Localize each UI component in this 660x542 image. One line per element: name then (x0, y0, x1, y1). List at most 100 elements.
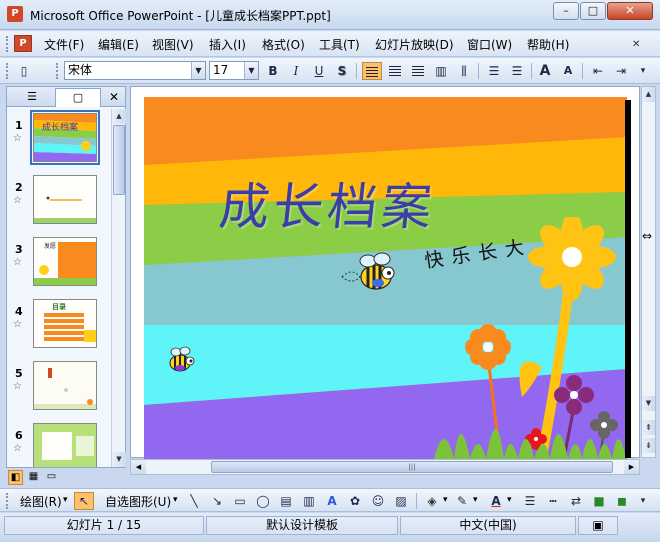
oval-tool-icon[interactable]: ◯ (253, 492, 273, 510)
chevron-down-icon[interactable]: ▾ (63, 495, 68, 505)
menu-edit[interactable]: 编辑(E) (98, 36, 139, 53)
scroll-down-icon[interactable]: ▼ (112, 452, 126, 467)
decrease-indent-button[interactable]: ⇤ (588, 62, 608, 80)
next-slide-icon[interactable]: ⇟ (642, 438, 655, 453)
3d-style-icon[interactable]: ◼ (612, 492, 632, 510)
slide-thumbnail-5[interactable] (33, 361, 97, 410)
insert-picture-icon[interactable]: ▨ (391, 492, 411, 510)
maximize-button[interactable]: □ (580, 2, 606, 20)
draw-menu-button[interactable]: 绘图(R) (20, 493, 62, 510)
chevron-down-icon[interactable]: ▾ (443, 495, 448, 505)
rectangle-tool-icon[interactable]: ▭ (230, 492, 250, 510)
toolbar-grip[interactable] (6, 36, 9, 52)
powerpoint-app-icon[interactable]: P (7, 6, 23, 22)
slideshow-view-icon[interactable]: ▭ (44, 470, 59, 485)
menu-help[interactable]: 帮助(H) (527, 36, 569, 53)
slide-number: 5 (15, 367, 23, 380)
normal-view-icon[interactable]: ◧ (8, 470, 23, 485)
toolbar-grip[interactable] (6, 63, 9, 79)
slide-thumbnail-2[interactable] (33, 175, 97, 224)
slide-vertical-scrollbar[interactable]: ▲ ▼ ⇞ ⇟ (641, 86, 656, 458)
minimize-button[interactable]: – (553, 2, 579, 20)
font-color-icon[interactable]: A (486, 492, 506, 510)
chevron-down-icon[interactable]: ▼ (191, 62, 205, 79)
toolbar-options-icon[interactable]: ▾ (636, 62, 650, 80)
arrow-style-icon[interactable]: ⇄ (566, 492, 586, 510)
font-size-combobox[interactable]: 17 ▼ (209, 61, 259, 80)
menu-insert[interactable]: 插入(I) (209, 36, 246, 53)
slide-position-status: 幻灯片 1 / 15 (4, 516, 204, 535)
numbering-button[interactable]: ☰ (484, 62, 504, 80)
chevron-down-icon[interactable]: ▼ (244, 62, 258, 79)
scroll-right-icon[interactable]: ▶ (624, 460, 639, 474)
arrow-tool-icon[interactable]: ↘ (207, 492, 227, 510)
font-name-combobox[interactable]: 宋体 ▼ (64, 61, 206, 80)
columns-button[interactable]: ▥ (431, 62, 451, 80)
italic-button[interactable]: I (286, 62, 306, 80)
new-document-icon[interactable]: ▯ (14, 62, 34, 80)
toolbar-grip[interactable] (56, 63, 59, 79)
text-shadow-button[interactable]: S (332, 62, 352, 80)
menu-view[interactable]: 视图(V) (152, 36, 194, 53)
thumbnail-scrollbar[interactable]: ▲ ▼ (111, 109, 126, 467)
document-close-icon[interactable]: ✕ (632, 39, 640, 50)
wordart-icon[interactable]: A (322, 492, 342, 510)
scroll-up-icon[interactable]: ▲ (642, 87, 655, 102)
scrollbar-thumb[interactable]: ||| (211, 461, 613, 473)
diagram-icon[interactable]: ✿ (345, 492, 365, 510)
design-template-status[interactable]: 默认设计模板 (206, 516, 398, 535)
align-center-button[interactable] (385, 62, 405, 80)
pane-close-icon[interactable]: ✕ (105, 88, 123, 106)
slide-thumbnail-6[interactable] (33, 423, 97, 467)
scrollbar-thumb[interactable] (113, 125, 125, 195)
menu-window[interactable]: 窗口(W) (467, 36, 512, 53)
slide-title[interactable]: 成长档案 (216, 167, 440, 239)
tab-slides[interactable]: ▢ (55, 88, 101, 107)
dash-style-icon[interactable]: ┅ (543, 492, 563, 510)
menu-tools[interactable]: 工具(T) (319, 36, 360, 53)
scroll-left-icon[interactable]: ◀ (131, 460, 146, 474)
textbox-tool-icon[interactable]: ▤ (276, 492, 296, 510)
vertical-textbox-icon[interactable]: ▥ (299, 492, 319, 510)
underline-button[interactable]: U (309, 62, 329, 80)
toolbar-options-icon[interactable]: ▾ (636, 492, 650, 510)
menu-file[interactable]: 文件(F) (44, 36, 84, 53)
chevron-down-icon[interactable]: ▾ (507, 495, 512, 505)
select-objects-button[interactable]: ↖ (74, 492, 94, 510)
decrease-font-size-button[interactable]: A (558, 62, 578, 80)
line-tool-icon[interactable]: ╲ (184, 492, 204, 510)
slide-horizontal-scrollbar[interactable]: ◀ ||| ▶ (130, 459, 640, 475)
line-style-icon[interactable]: ☰ (520, 492, 540, 510)
previous-slide-icon[interactable]: ⇞ (642, 420, 655, 435)
menu-slideshow[interactable]: 幻灯片放映(D) (375, 36, 454, 53)
fill-color-icon[interactable]: ◈ (422, 492, 442, 510)
close-button[interactable]: ✕ (607, 2, 653, 20)
clip-art-icon[interactable]: ☺ (368, 492, 388, 510)
chevron-down-icon[interactable]: ▾ (173, 495, 178, 505)
slide-canvas[interactable]: 成长档案 快乐长大 (144, 97, 627, 459)
slide-5-preview (34, 362, 96, 409)
increase-indent-button[interactable]: ⇥ (611, 62, 631, 80)
scroll-down-icon[interactable]: ▼ (642, 396, 655, 411)
slide-editing-area[interactable]: 成长档案 快乐长大 (130, 86, 640, 459)
bold-button[interactable]: B (263, 62, 283, 80)
menu-format[interactable]: 格式(O) (262, 36, 305, 53)
align-left-button[interactable] (362, 62, 382, 80)
bullets-button[interactable]: ☰ (507, 62, 527, 80)
text-direction-button[interactable]: ⫼ (454, 62, 474, 80)
slide-sorter-view-icon[interactable]: ▦ (26, 470, 41, 485)
toolbar-grip[interactable] (6, 493, 9, 509)
shadow-style-icon[interactable]: ■ (589, 492, 609, 510)
scroll-up-icon[interactable]: ▲ (112, 109, 126, 124)
slide-thumbnail-1[interactable]: 成长档案 (30, 110, 100, 165)
slide-thumbnail-3[interactable]: 发愿 (33, 237, 97, 286)
line-color-icon[interactable]: ✎ (452, 492, 472, 510)
align-right-button[interactable] (408, 62, 428, 80)
increase-font-size-button[interactable]: A (535, 62, 555, 80)
chevron-down-icon[interactable]: ▾ (473, 495, 478, 505)
tab-outline[interactable]: ☰ (9, 88, 55, 107)
spelling-status-icon[interactable]: ▣ (578, 516, 618, 535)
slide-thumbnail-4[interactable]: 目录 (33, 299, 97, 348)
autoshapes-menu-button[interactable]: 自选图形(U) (105, 493, 171, 510)
document-icon[interactable]: P (14, 35, 32, 52)
